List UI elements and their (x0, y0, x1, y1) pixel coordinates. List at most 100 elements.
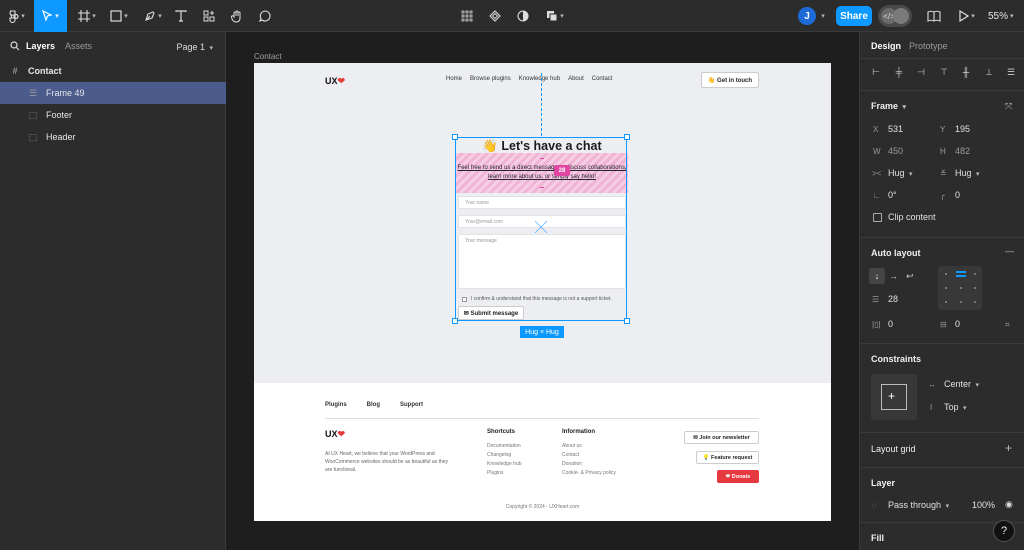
width-mode-select[interactable]: Hug ▾ (888, 168, 913, 178)
shortcut-link[interactable]: Knowledge hub (487, 461, 521, 467)
user-avatar[interactable]: J (798, 7, 816, 25)
corner-radius-input[interactable]: 0 (955, 190, 960, 200)
page-selector[interactable]: Page 1 ▾ (176, 42, 213, 52)
layer-frame-49[interactable]: ☰ Frame 49 (0, 82, 226, 104)
gap-input[interactable]: 28 (888, 294, 898, 304)
site-logo[interactable]: UX❤ (325, 76, 345, 87)
footer-link-support[interactable]: Support (400, 402, 423, 408)
help-icon[interactable]: ? (993, 520, 1015, 542)
align-right-icon[interactable]: ⊣ (916, 67, 926, 77)
mask-button[interactable] (486, 0, 504, 32)
horizontal-constraint-select[interactable]: Center ▾ (944, 379, 979, 389)
resize-handle[interactable] (624, 318, 630, 324)
information-link[interactable]: Contact (562, 452, 616, 458)
direction-vertical-button[interactable]: ↓ (869, 268, 885, 284)
direction-wrap-icon[interactable]: ↩ (906, 271, 914, 282)
resources-button[interactable] (200, 0, 218, 32)
nav-item-home[interactable]: Home (446, 76, 462, 82)
tab-prototype[interactable]: Prototype (909, 41, 948, 51)
information-link[interactable]: About us (562, 443, 616, 449)
tab-assets[interactable]: Assets (65, 41, 92, 51)
tab-layers[interactable]: Layers (26, 41, 55, 51)
information-link[interactable]: Donation (562, 461, 616, 467)
site-nav: Home Browse plugins Knowledge hub About … (446, 76, 620, 82)
resize-handle[interactable] (452, 134, 458, 140)
share-button[interactable]: Share (836, 6, 872, 26)
library-button[interactable] (925, 0, 943, 32)
frame-heading[interactable]: Frame ▾ (871, 101, 906, 111)
design-canvas[interactable]: Contact UX❤ Home Browse plugins Knowledg… (227, 32, 859, 550)
layer-header[interactable]: ⬚ Header (0, 126, 226, 148)
move-tool-button[interactable]: ▾ (34, 0, 67, 32)
dev-mode-toggle[interactable]: </> (878, 5, 912, 27)
shortcut-link[interactable]: Plugins (487, 470, 521, 476)
get-in-touch-button[interactable]: 👋 Get in touch (701, 72, 759, 88)
toggle-knob (893, 8, 909, 24)
zoom-menu[interactable]: 55% ▾ (988, 0, 1014, 32)
align-center-v-icon[interactable]: ╫ (961, 67, 971, 77)
boolean-button[interactable]: ▾ (542, 0, 568, 32)
selection-outline[interactable] (452, 134, 630, 324)
add-layout-grid-icon[interactable]: + (1005, 441, 1012, 455)
nav-item-knowledge-hub[interactable]: Knowledge hub (519, 76, 560, 82)
resize-to-fit-icon[interactable]: ⤧ (1005, 101, 1012, 112)
shortcut-link[interactable]: Changelog (487, 452, 521, 458)
text-tool-button[interactable] (172, 0, 190, 32)
h-input[interactable]: 482 (955, 146, 970, 156)
frame-tool-button[interactable]: ▾ (72, 0, 102, 32)
align-left-icon[interactable]: ⊢ (871, 67, 881, 77)
pen-tool-button[interactable]: ▾ (138, 0, 168, 32)
footer-link-plugins[interactable]: Plugins (325, 402, 347, 408)
horizontal-padding-input[interactable]: 0 (888, 319, 893, 329)
visibility-eye-icon[interactable]: ◉ (1005, 499, 1013, 510)
auto-layout-section: Auto layout — ↓ → ↩ ☰ 28 |▯| 0 ⊟ 0 ⌗ (860, 237, 1024, 342)
clip-content-checkbox[interactable] (873, 213, 882, 222)
alignment-grid[interactable] (938, 266, 982, 310)
resize-handle[interactable] (452, 318, 458, 324)
vertical-padding-input[interactable]: 0 (955, 319, 960, 329)
align-center-h-icon[interactable]: ╪ (894, 67, 904, 77)
footer-logo[interactable]: UX❤ (325, 429, 345, 440)
x-input[interactable]: 531 (888, 124, 903, 134)
nav-item-contact[interactable]: Contact (592, 76, 613, 82)
shortcut-link[interactable]: Documentation (487, 443, 521, 449)
distribute-icon[interactable]: ☰ (1006, 67, 1016, 77)
nav-item-browse-plugins[interactable]: Browse plugins (470, 76, 511, 82)
vertical-constraint-select[interactable]: Top ▾ (944, 402, 967, 412)
layer-contact[interactable]: # Contact (0, 60, 226, 82)
individual-padding-icon[interactable]: ⌗ (1005, 320, 1010, 330)
y-input[interactable]: 195 (955, 124, 970, 134)
hand-tool-button[interactable] (228, 0, 246, 32)
height-mode-select[interactable]: Hug ▾ (955, 168, 980, 178)
remove-auto-layout-icon[interactable]: — (1005, 246, 1014, 256)
shape-tool-button[interactable]: ▾ (104, 0, 134, 32)
information-link[interactable]: Cookie- & Privacy policy (562, 470, 616, 476)
footer-link-blog[interactable]: Blog (367, 402, 380, 408)
blend-mode-select[interactable]: Pass through ▾ (888, 500, 949, 510)
nav-item-about[interactable]: About (568, 76, 584, 82)
search-icon[interactable] (10, 41, 20, 51)
contrast-button[interactable] (514, 0, 532, 32)
feature-request-button[interactable]: 💡 Feature request (696, 451, 759, 464)
resize-handle[interactable] (624, 134, 630, 140)
layer-footer[interactable]: ⬚ Footer (0, 104, 226, 126)
direction-horizontal-icon[interactable]: → (889, 271, 898, 281)
rotation-input[interactable]: 0° (888, 190, 897, 200)
newsletter-button[interactable]: ✉ Join our newsletter (684, 431, 759, 444)
frame-name-label[interactable]: Contact (254, 52, 282, 61)
w-input[interactable]: 450 (888, 146, 903, 156)
present-button[interactable]: ▾ (955, 0, 979, 32)
constraint-widget[interactable]: + (871, 374, 917, 420)
comment-tool-button[interactable] (256, 0, 274, 32)
chevron-down-icon: ▾ (963, 405, 967, 412)
avatar-menu-caret[interactable]: ▾ (817, 0, 827, 32)
footer-information: Information About us Contact Donation Co… (562, 429, 616, 479)
donate-button[interactable]: ❤ Donate (717, 470, 759, 483)
align-bottom-icon[interactable]: ⊥ (984, 67, 994, 77)
tab-design[interactable]: Design (871, 41, 901, 51)
opacity-input[interactable]: 100% (972, 500, 995, 510)
main-menu-button[interactable]: ▾ (4, 0, 30, 32)
component-button[interactable] (458, 0, 476, 32)
align-top-icon[interactable]: ⊤ (939, 67, 949, 77)
width-mode-icon: >< (872, 169, 882, 178)
